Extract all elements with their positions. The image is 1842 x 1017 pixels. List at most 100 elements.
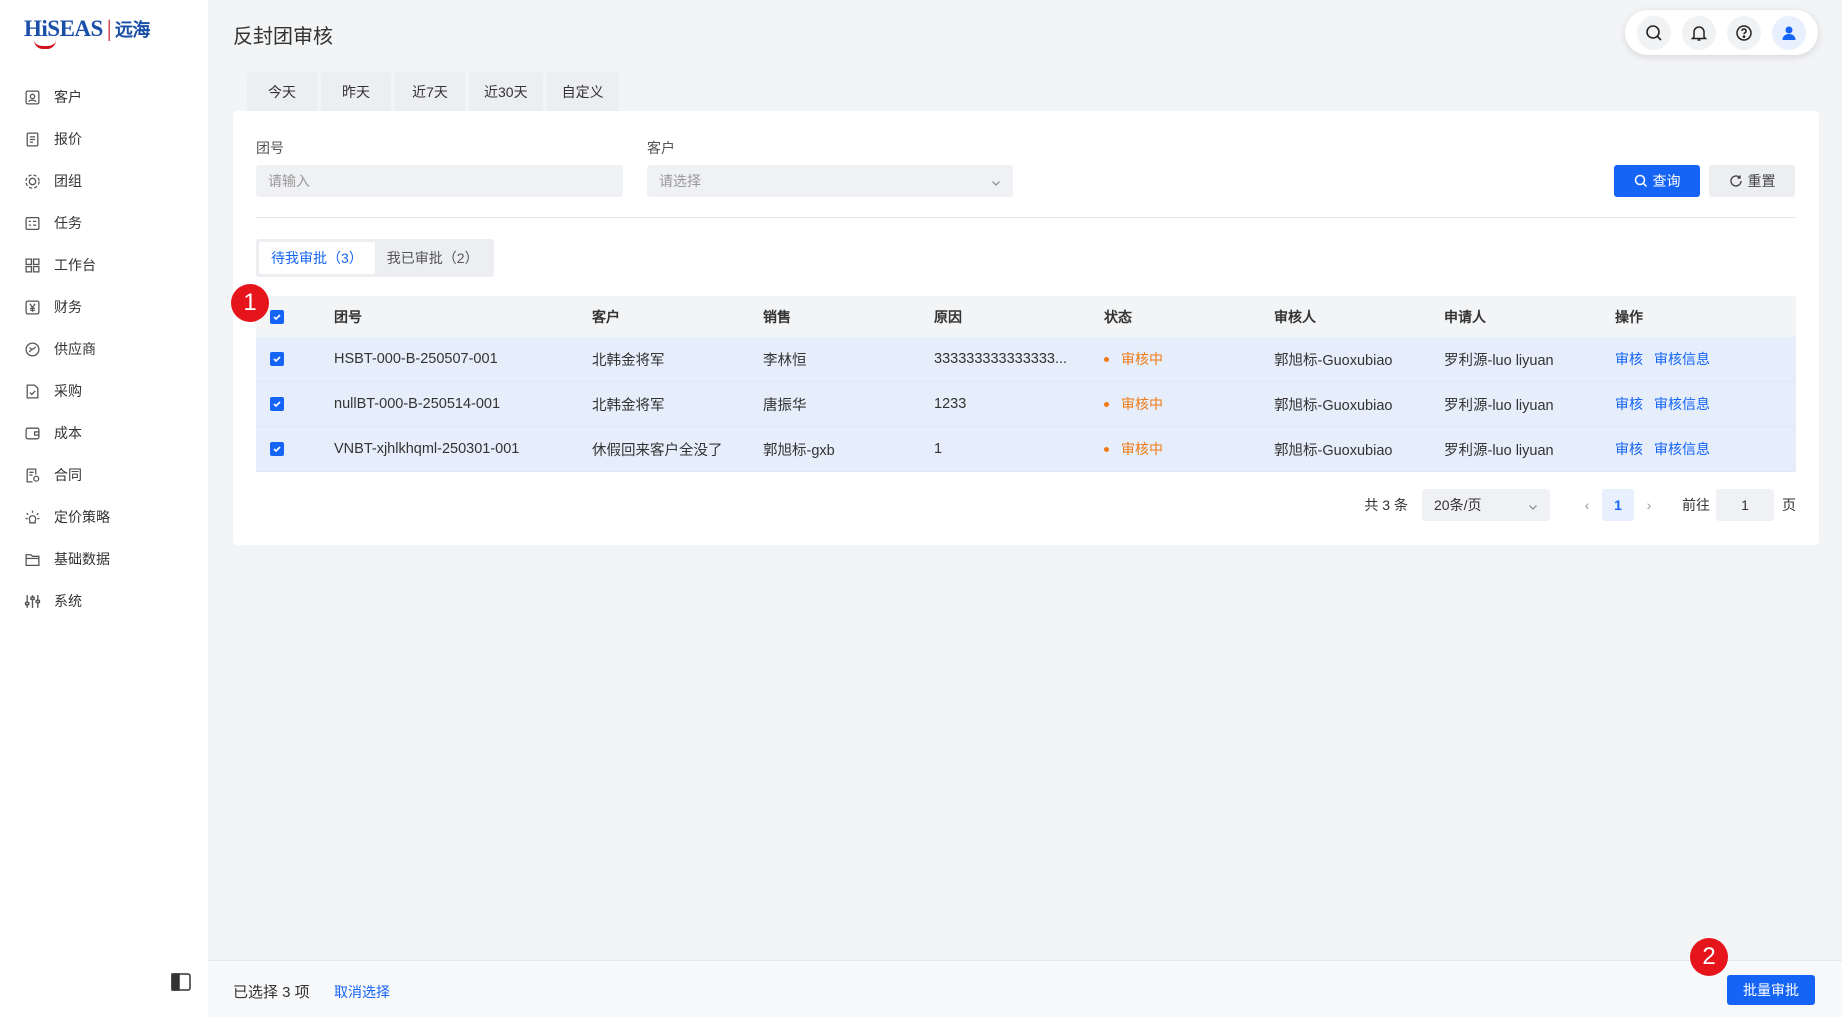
search-icon[interactable] [1636, 15, 1671, 50]
contract-icon [24, 467, 41, 484]
page-unit-label: 页 [1782, 497, 1796, 513]
header-reviewer: 审核人 [1274, 308, 1316, 325]
chevron-down-icon [1528, 499, 1538, 510]
cell-group-no: HSBT-000-B-250507-001 [334, 351, 498, 367]
page-title: 反封团审核 [233, 26, 333, 48]
sidebar-item-cost[interactable]: 成本 [0, 412, 208, 454]
sidebar-item-system[interactable]: 系统 [0, 580, 208, 622]
sidebar-item-customer[interactable]: 客户 [0, 76, 208, 118]
system-icon [24, 593, 41, 610]
cell-customer: 休假回来客户全没了 [592, 442, 723, 459]
sidebar-item-task[interactable]: 任务 [0, 202, 208, 244]
cell-group-no: VNBT-xjhlkhqml-250301-001 [334, 441, 520, 457]
table-header: 团号 客户 销售 原因 状态 审核人 申请人 操作 [256, 296, 1796, 337]
batch-approve-button[interactable]: 批量审批 [1727, 975, 1815, 1005]
tab-approved[interactable]: 我已审批（2） [375, 242, 491, 274]
review-info-link[interactable]: 审核信息 [1654, 441, 1710, 457]
sidebar-item-contract[interactable]: 合同 [0, 454, 208, 496]
cell-reason: 1233 [934, 396, 967, 412]
logo-cn: 远海 [114, 20, 151, 41]
pricing-icon [24, 509, 41, 526]
tab-today[interactable]: 今天 [247, 72, 317, 111]
select-all-checkbox[interactable] [270, 309, 284, 324]
cell-sales: 李林恒 [763, 352, 807, 369]
cell-applicant: 罗利源-luo liyuan [1444, 352, 1554, 369]
cell-sales: 郭旭标-gxb [763, 442, 835, 459]
header-actions: 操作 [1615, 308, 1643, 325]
group-no-input[interactable]: 请输入 [256, 165, 623, 197]
review-link[interactable]: 审核 [1615, 396, 1643, 412]
status-badge: 审核中 [1104, 394, 1259, 414]
prev-page-icon[interactable]: ‹ [1574, 489, 1600, 521]
selected-count: 已选择 3 项 [233, 984, 310, 1001]
header-sales: 销售 [763, 308, 791, 325]
cell-reason: 1 [934, 441, 943, 457]
purchase-icon [24, 383, 41, 400]
cell-reviewer: 郭旭标-Guoxubiao [1274, 352, 1393, 369]
table-row: VNBT-xjhlkhqml-250301-001 休假回来客户全没了 郭旭标-… [256, 427, 1796, 472]
supplier-icon [24, 341, 41, 358]
help-icon[interactable] [1727, 15, 1762, 50]
customer-label: 客户 [647, 140, 675, 156]
cell-reviewer: 郭旭标-Guoxubiao [1274, 397, 1393, 414]
reset-button[interactable]: 重置 [1709, 165, 1795, 197]
date-range-tabs: 今天 昨天 近7天 近30天 自定义 [247, 72, 619, 111]
table-row: nullBT-000-B-250514-001 北韩金将军 唐振华 1233 审… [256, 382, 1796, 427]
refresh-icon [1729, 175, 1742, 187]
status-dot-icon [1104, 401, 1109, 407]
query-button[interactable]: 查询 [1614, 165, 1700, 197]
page-number[interactable]: 1 [1602, 489, 1634, 521]
status-dot-icon [1104, 446, 1109, 452]
basic-data-icon [24, 551, 41, 568]
approval-table: 团号 客户 销售 原因 状态 审核人 申请人 操作 HSBT-000-B-250… [256, 296, 1796, 472]
sidebar: HiSEAS | 远海 客户 报价 团组 任务 工作台 财务 供应商 采购 成本… [0, 0, 208, 1017]
customer-select[interactable]: 请选择 [647, 165, 1013, 197]
user-icon[interactable] [1772, 15, 1807, 50]
review-info-link[interactable]: 审核信息 [1654, 351, 1710, 367]
sidebar-nav: 客户 报价 团组 任务 工作台 财务 供应商 采购 成本 合同 定价策略 基础数… [0, 76, 208, 622]
finance-icon [24, 299, 41, 316]
status-badge: 审核中 [1104, 439, 1259, 459]
sidebar-collapse-icon[interactable] [171, 973, 191, 991]
goto-page-input[interactable]: 1 [1716, 489, 1774, 521]
sidebar-item-supplier[interactable]: 供应商 [0, 328, 208, 370]
sidebar-item-basic-data[interactable]: 基础数据 [0, 538, 208, 580]
bell-icon[interactable] [1681, 15, 1716, 50]
row-checkbox[interactable] [270, 442, 284, 456]
review-link[interactable]: 审核 [1615, 351, 1643, 367]
cell-reason: 333333333333333... [934, 351, 1068, 367]
sidebar-item-finance[interactable]: 财务 [0, 286, 208, 328]
tab-yesterday[interactable]: 昨天 [321, 72, 391, 111]
header-applicant: 申请人 [1444, 308, 1486, 325]
review-link[interactable]: 审核 [1615, 441, 1643, 457]
sidebar-item-workbench[interactable]: 工作台 [0, 244, 208, 286]
main-card: 团号 请输入 客户 请选择 查询 重置 待我审批（3） 我已审批（2） 团号 客… [233, 111, 1819, 545]
sidebar-item-pricing[interactable]: 定价策略 [0, 496, 208, 538]
sidebar-item-group[interactable]: 团组 [0, 160, 208, 202]
logo-smile-icon [34, 40, 56, 49]
goto-label: 前往 [1682, 497, 1710, 513]
header-reason: 原因 [934, 308, 962, 325]
selection-footer: 已选择 3 项 取消选择 批量审批 [208, 960, 1842, 1017]
header-group-no: 团号 [334, 308, 362, 325]
tab-last-7-days[interactable]: 近7天 [395, 72, 465, 111]
row-checkbox[interactable] [270, 352, 284, 366]
group-no-label: 团号 [256, 140, 284, 156]
cell-customer: 北韩金将军 [592, 397, 665, 414]
sidebar-item-purchase[interactable]: 采购 [0, 370, 208, 412]
review-info-link[interactable]: 审核信息 [1654, 396, 1710, 412]
cost-icon [24, 425, 41, 442]
tab-pending-approval[interactable]: 待我审批（3） [259, 242, 375, 274]
sidebar-item-quote[interactable]: 报价 [0, 118, 208, 160]
cell-applicant: 罗利源-luo liyuan [1444, 397, 1554, 414]
group-icon [24, 173, 41, 190]
row-checkbox[interactable] [270, 397, 284, 411]
header-toolbar [1625, 10, 1818, 55]
cancel-selection-link[interactable]: 取消选择 [334, 982, 390, 1002]
tab-last-30-days[interactable]: 近30天 [469, 72, 543, 111]
page-size-select[interactable]: 20条/页 [1422, 489, 1550, 521]
pagination-total: 共 3 条 [1364, 497, 1408, 513]
tab-custom[interactable]: 自定义 [546, 72, 619, 111]
annotation-marker-1: 1 [231, 284, 269, 322]
next-page-icon[interactable]: › [1636, 489, 1662, 521]
